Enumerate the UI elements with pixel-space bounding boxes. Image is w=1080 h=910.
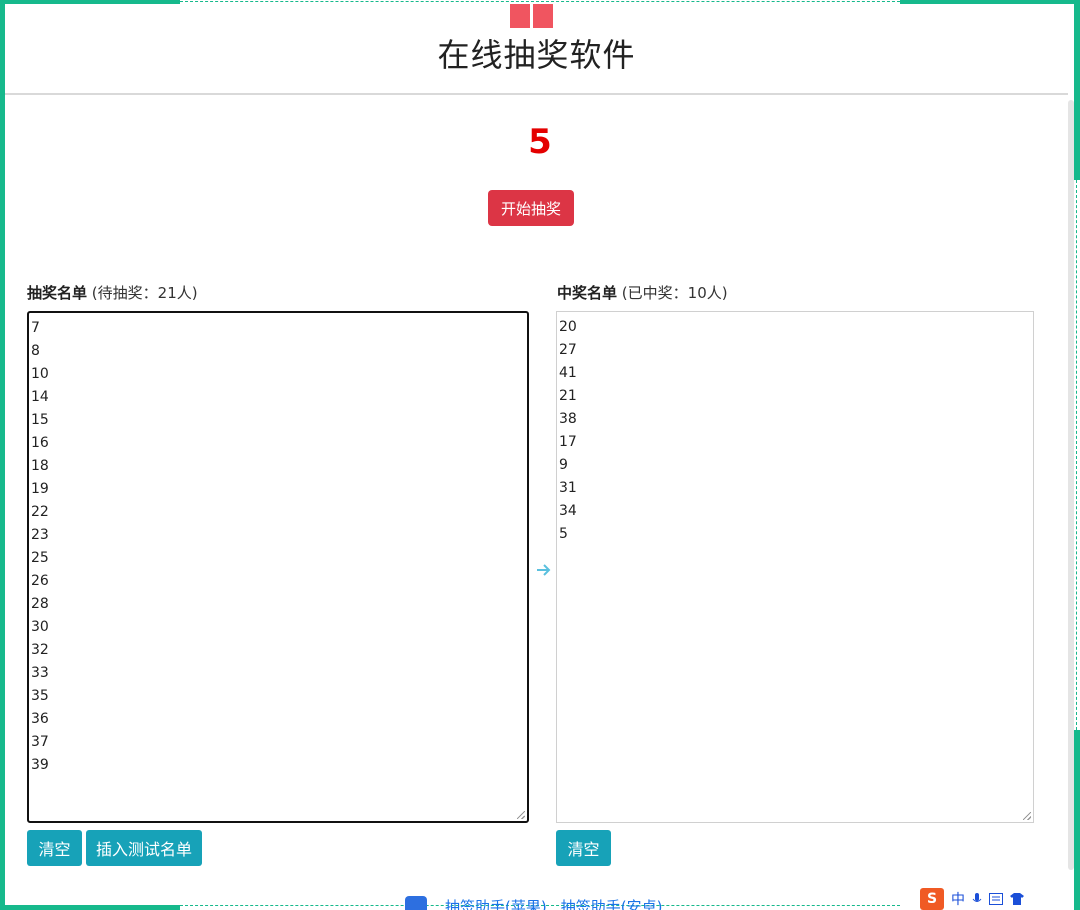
list-item: 20 <box>559 319 577 335</box>
shirt-icon[interactable] <box>1010 893 1024 905</box>
list-item: 10 <box>31 366 49 382</box>
winners-label: 中奖名单 (已中奖：10人) <box>557 282 728 303</box>
list-item: 9 <box>559 457 568 473</box>
list-item: 41 <box>559 365 577 381</box>
page-title: 在线抽奖软件 <box>437 36 636 74</box>
winners-label-title: 中奖名单 <box>557 284 618 302</box>
list-item: 15 <box>31 412 49 428</box>
keyboard-icon[interactable] <box>989 893 1003 905</box>
insert-test-list-button[interactable]: 插入测试名单 <box>86 830 202 866</box>
frame-right-border-bottom <box>1074 730 1080 910</box>
pool-label: 抽奖名单 (待抽奖：21人) <box>27 282 198 303</box>
scrollbar[interactable] <box>1068 100 1074 870</box>
list-item: 25 <box>31 550 49 566</box>
list-item: 35 <box>31 688 49 704</box>
list-item: 39 <box>31 757 49 773</box>
list-item: 30 <box>31 619 49 635</box>
list-item: 8 <box>31 343 40 359</box>
link-apple[interactable]: 抽签助手(苹果) <box>445 896 547 910</box>
list-item: 14 <box>31 389 49 405</box>
list-item: 36 <box>31 711 49 727</box>
list-item: 18 <box>31 458 49 474</box>
app-icon <box>405 896 427 910</box>
ime-mode[interactable]: 中 <box>951 889 965 909</box>
winners-label-count: (已中奖：10人) <box>621 284 728 302</box>
clear-winners-button[interactable]: 清空 <box>556 830 611 866</box>
link-android[interactable]: 抽签助手(安卓) <box>561 896 663 910</box>
gift-icon <box>510 4 553 28</box>
list-item: 38 <box>559 411 577 427</box>
ime-toolbar[interactable]: S 中 <box>920 888 1080 910</box>
microphone-icon[interactable] <box>972 892 982 906</box>
resize-grip[interactable] <box>517 811 525 819</box>
pool-label-count: (待抽奖：21人) <box>91 284 198 302</box>
list-item: 21 <box>559 388 577 404</box>
clear-pool-button[interactable]: 清空 <box>27 830 82 866</box>
list-item: 26 <box>31 573 49 589</box>
list-item: 5 <box>559 526 568 542</box>
frame-bottom-border <box>0 905 180 910</box>
arrow-right-icon <box>537 564 551 576</box>
list-item: 33 <box>31 665 49 681</box>
list-item: 31 <box>559 480 577 496</box>
list-item: 17 <box>559 434 577 450</box>
start-draw-button[interactable]: 开始抽奖 <box>488 190 574 226</box>
winners-textarea[interactable]: 20 27 41 21 38 17 9 31 34 5 <box>556 311 1034 823</box>
list-item: 32 <box>31 642 49 658</box>
list-item: 23 <box>31 527 49 543</box>
list-item: 27 <box>559 342 577 358</box>
list-item: 19 <box>31 481 49 497</box>
list-item: 16 <box>31 435 49 451</box>
resize-grip[interactable] <box>1023 812 1031 820</box>
footer-links: 抽签助手(苹果) 抽签助手(安卓) <box>405 896 662 910</box>
pool-label-title: 抽奖名单 <box>27 284 88 302</box>
list-item: 34 <box>559 503 577 519</box>
current-draw-number: 5 <box>528 122 552 162</box>
ime-logo-icon[interactable]: S <box>920 888 944 910</box>
list-item: 22 <box>31 504 49 520</box>
pool-textarea[interactable]: 7 8 10 14 15 16 18 19 22 23 25 26 28 30 32 33 35 36 37 39 <box>27 311 529 823</box>
list-item: 7 <box>31 320 40 336</box>
frame-right-dashed <box>1076 180 1077 730</box>
list-item: 37 <box>31 734 49 750</box>
list-item: 28 <box>31 596 49 612</box>
